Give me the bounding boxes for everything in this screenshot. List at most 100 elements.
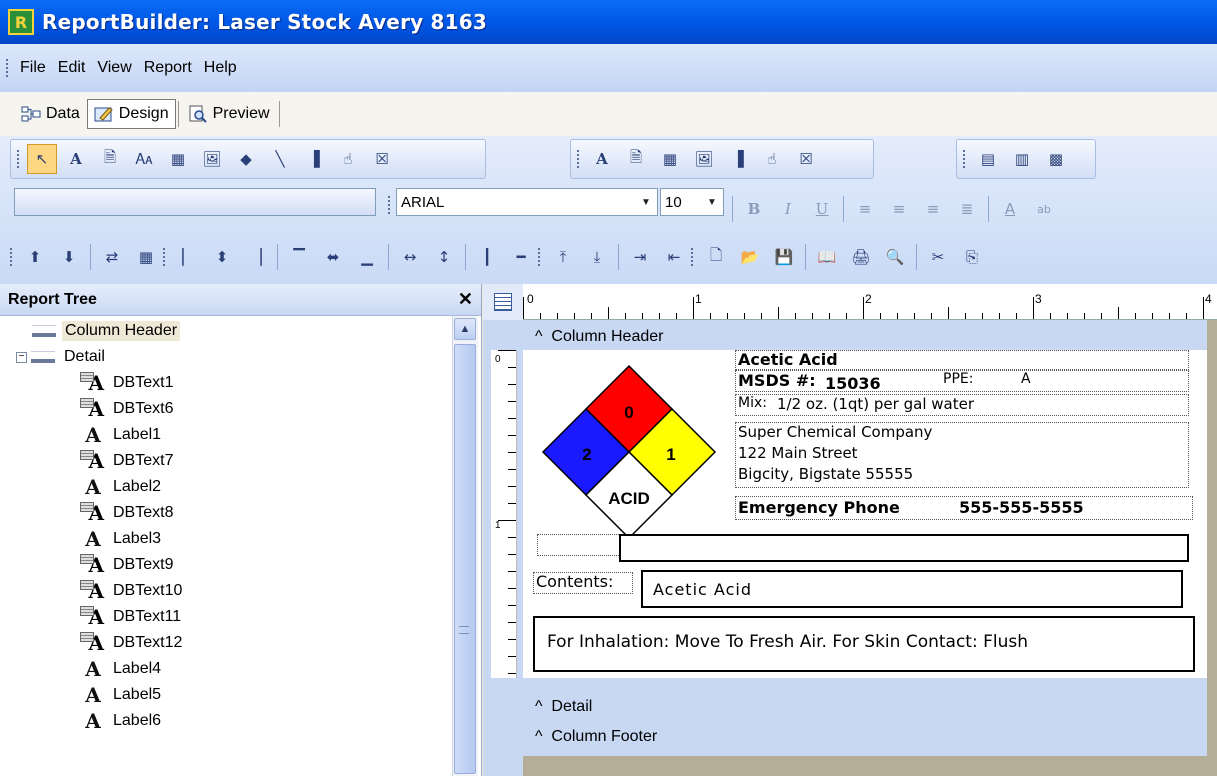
nfpa-diamond[interactable]: 0 2 1 ACID bbox=[541, 364, 717, 540]
shape-tool-icon[interactable]: ◆ bbox=[231, 144, 261, 174]
tree-item-detail[interactable]: − Detail bbox=[16, 344, 108, 370]
bring-to-front-icon[interactable]: ⬆ bbox=[20, 242, 50, 272]
band-detail[interactable]: ^ Detail bbox=[523, 692, 1217, 722]
italic-icon[interactable]: I bbox=[773, 194, 803, 224]
tree-item-column-header[interactable]: Column Header bbox=[32, 318, 181, 344]
open-folder-icon[interactable]: 📂 bbox=[735, 242, 765, 272]
dbcalc-tool-icon[interactable]: ▦ bbox=[655, 144, 685, 174]
dbbarcode-tool-icon[interactable]: ▐ bbox=[723, 144, 753, 174]
collapse-icon[interactable]: − bbox=[16, 351, 27, 363]
company-city[interactable]: Bigcity, Bigstate 55555 bbox=[738, 465, 913, 483]
grid-icon[interactable]: ▦ bbox=[131, 242, 161, 272]
msds-number[interactable]: 15036 bbox=[825, 374, 881, 393]
tree-item-label1[interactable]: A Label1 bbox=[82, 422, 164, 448]
print-icon[interactable]: 🖨 bbox=[846, 242, 876, 272]
justify-icon[interactable]: ≣ bbox=[952, 194, 982, 224]
scroll-thumb[interactable] bbox=[454, 344, 476, 774]
emergency-label[interactable]: Emergency Phone bbox=[738, 498, 900, 517]
copy-icon[interactable]: ⎘ bbox=[957, 242, 987, 272]
company-street[interactable]: 122 Main Street bbox=[738, 444, 858, 462]
band-column-header[interactable]: ^ Column Header bbox=[523, 322, 1217, 352]
bold-icon[interactable]: B bbox=[739, 194, 769, 224]
field-box[interactable] bbox=[537, 534, 627, 556]
font-color-icon[interactable]: A bbox=[995, 194, 1025, 224]
align-lefts-icon[interactable]: ▏ bbox=[173, 242, 203, 272]
region-tool-icon[interactable]: ▤ bbox=[973, 144, 1003, 174]
tab-order-icon[interactable]: ⇄ bbox=[97, 242, 127, 272]
new-file-icon[interactable]: 🗋 bbox=[701, 242, 731, 272]
font-size-select[interactable]: 10 ▼ bbox=[660, 188, 724, 216]
shrink-height-icon[interactable]: ⤓ bbox=[582, 242, 612, 272]
align-center-icon[interactable]: ≡ bbox=[884, 194, 914, 224]
align-bottoms-icon[interactable]: ▁ bbox=[352, 242, 382, 272]
menu-file[interactable]: File bbox=[14, 55, 52, 81]
msds-label[interactable]: MSDS #: bbox=[738, 371, 816, 390]
menu-report[interactable]: Report bbox=[138, 55, 198, 81]
empty-shape-box[interactable] bbox=[619, 534, 1189, 562]
send-to-back-icon[interactable]: ⬇ bbox=[54, 242, 84, 272]
tab-design[interactable]: Design bbox=[86, 99, 176, 129]
toolbar-grip[interactable] bbox=[163, 248, 167, 266]
calc-tool-icon[interactable]: ▦ bbox=[163, 144, 193, 174]
contents-label[interactable]: Contents: bbox=[536, 572, 613, 591]
scroll-up-icon[interactable]: ▲ bbox=[454, 318, 476, 340]
space-vertical-icon[interactable]: ↕ bbox=[429, 242, 459, 272]
barcode-tool-icon[interactable]: ▐ bbox=[299, 144, 329, 174]
instructions-text[interactable]: For Inhalation: Move To Fresh Air. For S… bbox=[547, 632, 1028, 652]
ppe-value[interactable]: A bbox=[1021, 371, 1031, 387]
align-right-icon[interactable]: ≡ bbox=[918, 194, 948, 224]
toolbar-grip[interactable] bbox=[17, 150, 21, 168]
toolbar-grip[interactable] bbox=[963, 150, 967, 168]
cut-icon[interactable]: ✂ bbox=[923, 242, 953, 272]
menu-edit[interactable]: Edit bbox=[52, 55, 92, 81]
align-centers-icon[interactable]: ⬍ bbox=[207, 242, 237, 272]
print-preview-icon[interactable]: 🔍 bbox=[880, 242, 910, 272]
center-vertical-icon[interactable]: ━ bbox=[506, 242, 536, 272]
space-horizontal-icon[interactable]: ↔ bbox=[395, 242, 425, 272]
toolbar-grip[interactable] bbox=[10, 248, 14, 266]
underline-icon[interactable]: U bbox=[807, 194, 837, 224]
hand-tool-icon[interactable]: ☝ bbox=[333, 144, 363, 174]
center-horizontal-icon[interactable]: ┃ bbox=[472, 242, 502, 272]
tree-scrollbar[interactable]: ▲ bbox=[452, 316, 478, 776]
menu-grip[interactable] bbox=[6, 59, 10, 77]
dbmemo-tool-icon[interactable]: 🗎 bbox=[621, 144, 651, 174]
toolbar-grip[interactable] bbox=[691, 248, 695, 266]
detail-band-canvas[interactable]: 0 2 1 ACID Acetic Acid MSDS #: 15036 PPE… bbox=[523, 350, 1207, 678]
align-rights-icon[interactable]: ▕ bbox=[241, 242, 271, 272]
emergency-phone[interactable]: 555-555-5555 bbox=[959, 498, 1084, 517]
align-middles-icon[interactable]: ⬌ bbox=[318, 242, 348, 272]
font-name-select[interactable]: ARIAL ▼ bbox=[396, 188, 658, 216]
tree-item-dbtext8[interactable]: A DBText8 bbox=[80, 500, 176, 526]
align-left-icon[interactable]: ≡ bbox=[850, 194, 880, 224]
company-name[interactable]: Super Chemical Company bbox=[738, 423, 932, 441]
menu-help[interactable]: Help bbox=[198, 55, 243, 81]
toolbar-grip[interactable] bbox=[388, 196, 392, 214]
crosstab-tool-icon[interactable]: ▩ bbox=[1041, 144, 1071, 174]
chemical-name[interactable]: Acetic Acid bbox=[738, 350, 838, 369]
tree-item-dbtext11[interactable]: A DBText11 bbox=[80, 604, 184, 630]
tree-item-dbtext7[interactable]: A DBText7 bbox=[80, 448, 176, 474]
checkbox-tool-icon[interactable]: ☒ bbox=[367, 144, 397, 174]
image-tool-icon[interactable]: 🖼 bbox=[197, 144, 227, 174]
tree-item-label5[interactable]: A Label5 bbox=[82, 682, 164, 708]
tab-data[interactable]: Data bbox=[14, 99, 87, 129]
tree-item-dbtext10[interactable]: A DBText10 bbox=[80, 578, 185, 604]
page-setup-icon[interactable]: 📖 bbox=[812, 242, 842, 272]
ppe-label[interactable]: PPE: bbox=[943, 371, 973, 387]
toolbar-grip[interactable] bbox=[538, 248, 542, 266]
grow-height-icon[interactable]: ⤒ bbox=[548, 242, 578, 272]
dbhand-tool-icon[interactable]: ☝ bbox=[757, 144, 787, 174]
mix-value[interactable]: 1/2 oz. (1qt) per gal water bbox=[777, 395, 974, 413]
menu-view[interactable]: View bbox=[91, 55, 137, 81]
toolbar-grip[interactable] bbox=[577, 150, 581, 168]
tree-item-label2[interactable]: A Label2 bbox=[82, 474, 164, 500]
band-column-footer[interactable]: ^ Column Footer bbox=[523, 722, 1217, 752]
dbimage-tool-icon[interactable]: 🖼 bbox=[689, 144, 719, 174]
tree-item-dbtext1[interactable]: A DBText1 bbox=[80, 370, 176, 396]
mix-label[interactable]: Mix: bbox=[738, 395, 767, 411]
tree-item-label6[interactable]: A Label6 bbox=[82, 708, 164, 734]
dbtext-tool-icon[interactable]: A bbox=[587, 144, 617, 174]
tree-item-dbtext12[interactable]: A DBText12 bbox=[80, 630, 185, 656]
close-icon[interactable]: ✕ bbox=[458, 289, 473, 310]
